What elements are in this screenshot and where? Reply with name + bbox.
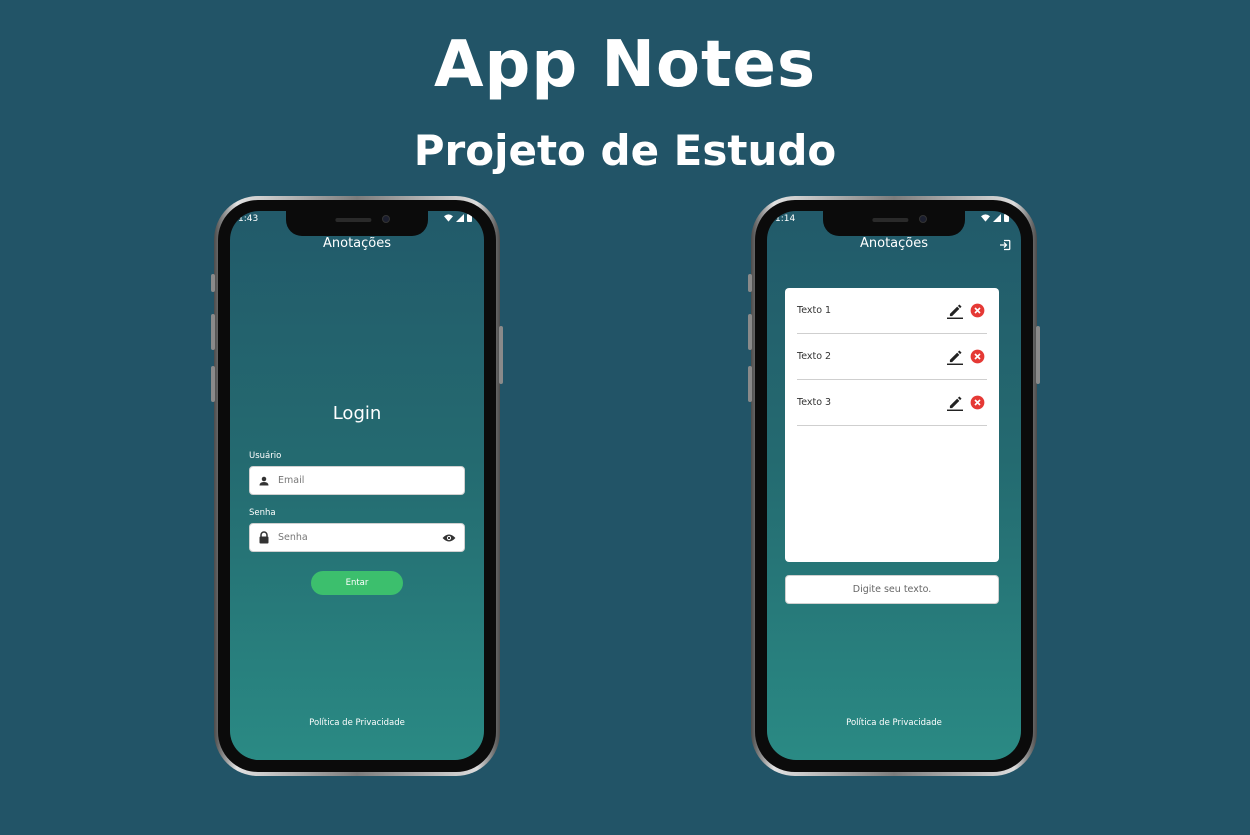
edit-icon[interactable]	[946, 303, 964, 319]
password-field[interactable]: Senha	[249, 523, 465, 552]
notch	[823, 211, 965, 236]
enter-button[interactable]: Entar	[311, 571, 403, 595]
lock-icon	[259, 531, 269, 544]
wifi-icon	[981, 214, 990, 222]
eye-icon[interactable]	[442, 533, 456, 543]
email-placeholder: Email	[278, 475, 305, 486]
battery-icon	[1004, 214, 1009, 222]
battery-icon	[467, 214, 472, 222]
logout-icon[interactable]	[999, 239, 1011, 251]
login-phone: 1:43 Anotações Login Usuário Email Senha…	[211, 196, 503, 776]
status-time: 1:14	[775, 214, 796, 224]
delete-icon[interactable]	[970, 395, 985, 410]
note-text: Texto 2	[797, 351, 832, 362]
delete-icon[interactable]	[970, 349, 985, 364]
app-title: Anotações	[859, 236, 929, 251]
wifi-icon	[444, 214, 453, 222]
privacy-policy-link[interactable]: Política de Privacidade	[767, 718, 1021, 728]
person-icon	[259, 476, 269, 485]
camera-icon	[919, 215, 927, 223]
status-icons	[444, 214, 472, 222]
hero-subtitle: Projeto de Estudo	[413, 126, 837, 175]
hero-title: App Notes	[433, 28, 817, 102]
password-placeholder: Senha	[278, 532, 308, 543]
camera-icon	[382, 215, 390, 223]
app-title: Anotações	[322, 236, 392, 251]
notes-screen: 1:14 Anotações Texto 1 Texto 2 Texto 3 D…	[767, 211, 1021, 760]
list-item: Texto 1	[797, 288, 987, 334]
email-field[interactable]: Email	[249, 466, 465, 495]
notes-phone: 1:14 Anotações Texto 1 Texto 2 Texto 3 D…	[748, 196, 1040, 776]
signal-icon	[993, 214, 1001, 222]
login-heading: Login	[332, 403, 382, 424]
list-item: Texto 2	[797, 334, 987, 380]
privacy-policy-link[interactable]: Política de Privacidade	[230, 718, 484, 728]
edit-icon[interactable]	[946, 395, 964, 411]
note-text: Texto 1	[797, 305, 832, 316]
user-label: Usuário	[249, 451, 282, 461]
edit-icon[interactable]	[946, 349, 964, 365]
list-item: Texto 3	[797, 380, 987, 426]
delete-icon[interactable]	[970, 303, 985, 318]
status-time: 1:43	[238, 214, 259, 224]
signal-icon	[456, 214, 464, 222]
login-screen: 1:43 Anotações Login Usuário Email Senha…	[230, 211, 484, 760]
note-text-input[interactable]: Digite seu texto.	[785, 575, 999, 604]
notch	[286, 211, 428, 236]
status-icons	[981, 214, 1009, 222]
notes-list: Texto 1 Texto 2 Texto 3	[785, 288, 999, 562]
note-text: Texto 3	[797, 397, 832, 408]
password-label: Senha	[249, 508, 276, 518]
